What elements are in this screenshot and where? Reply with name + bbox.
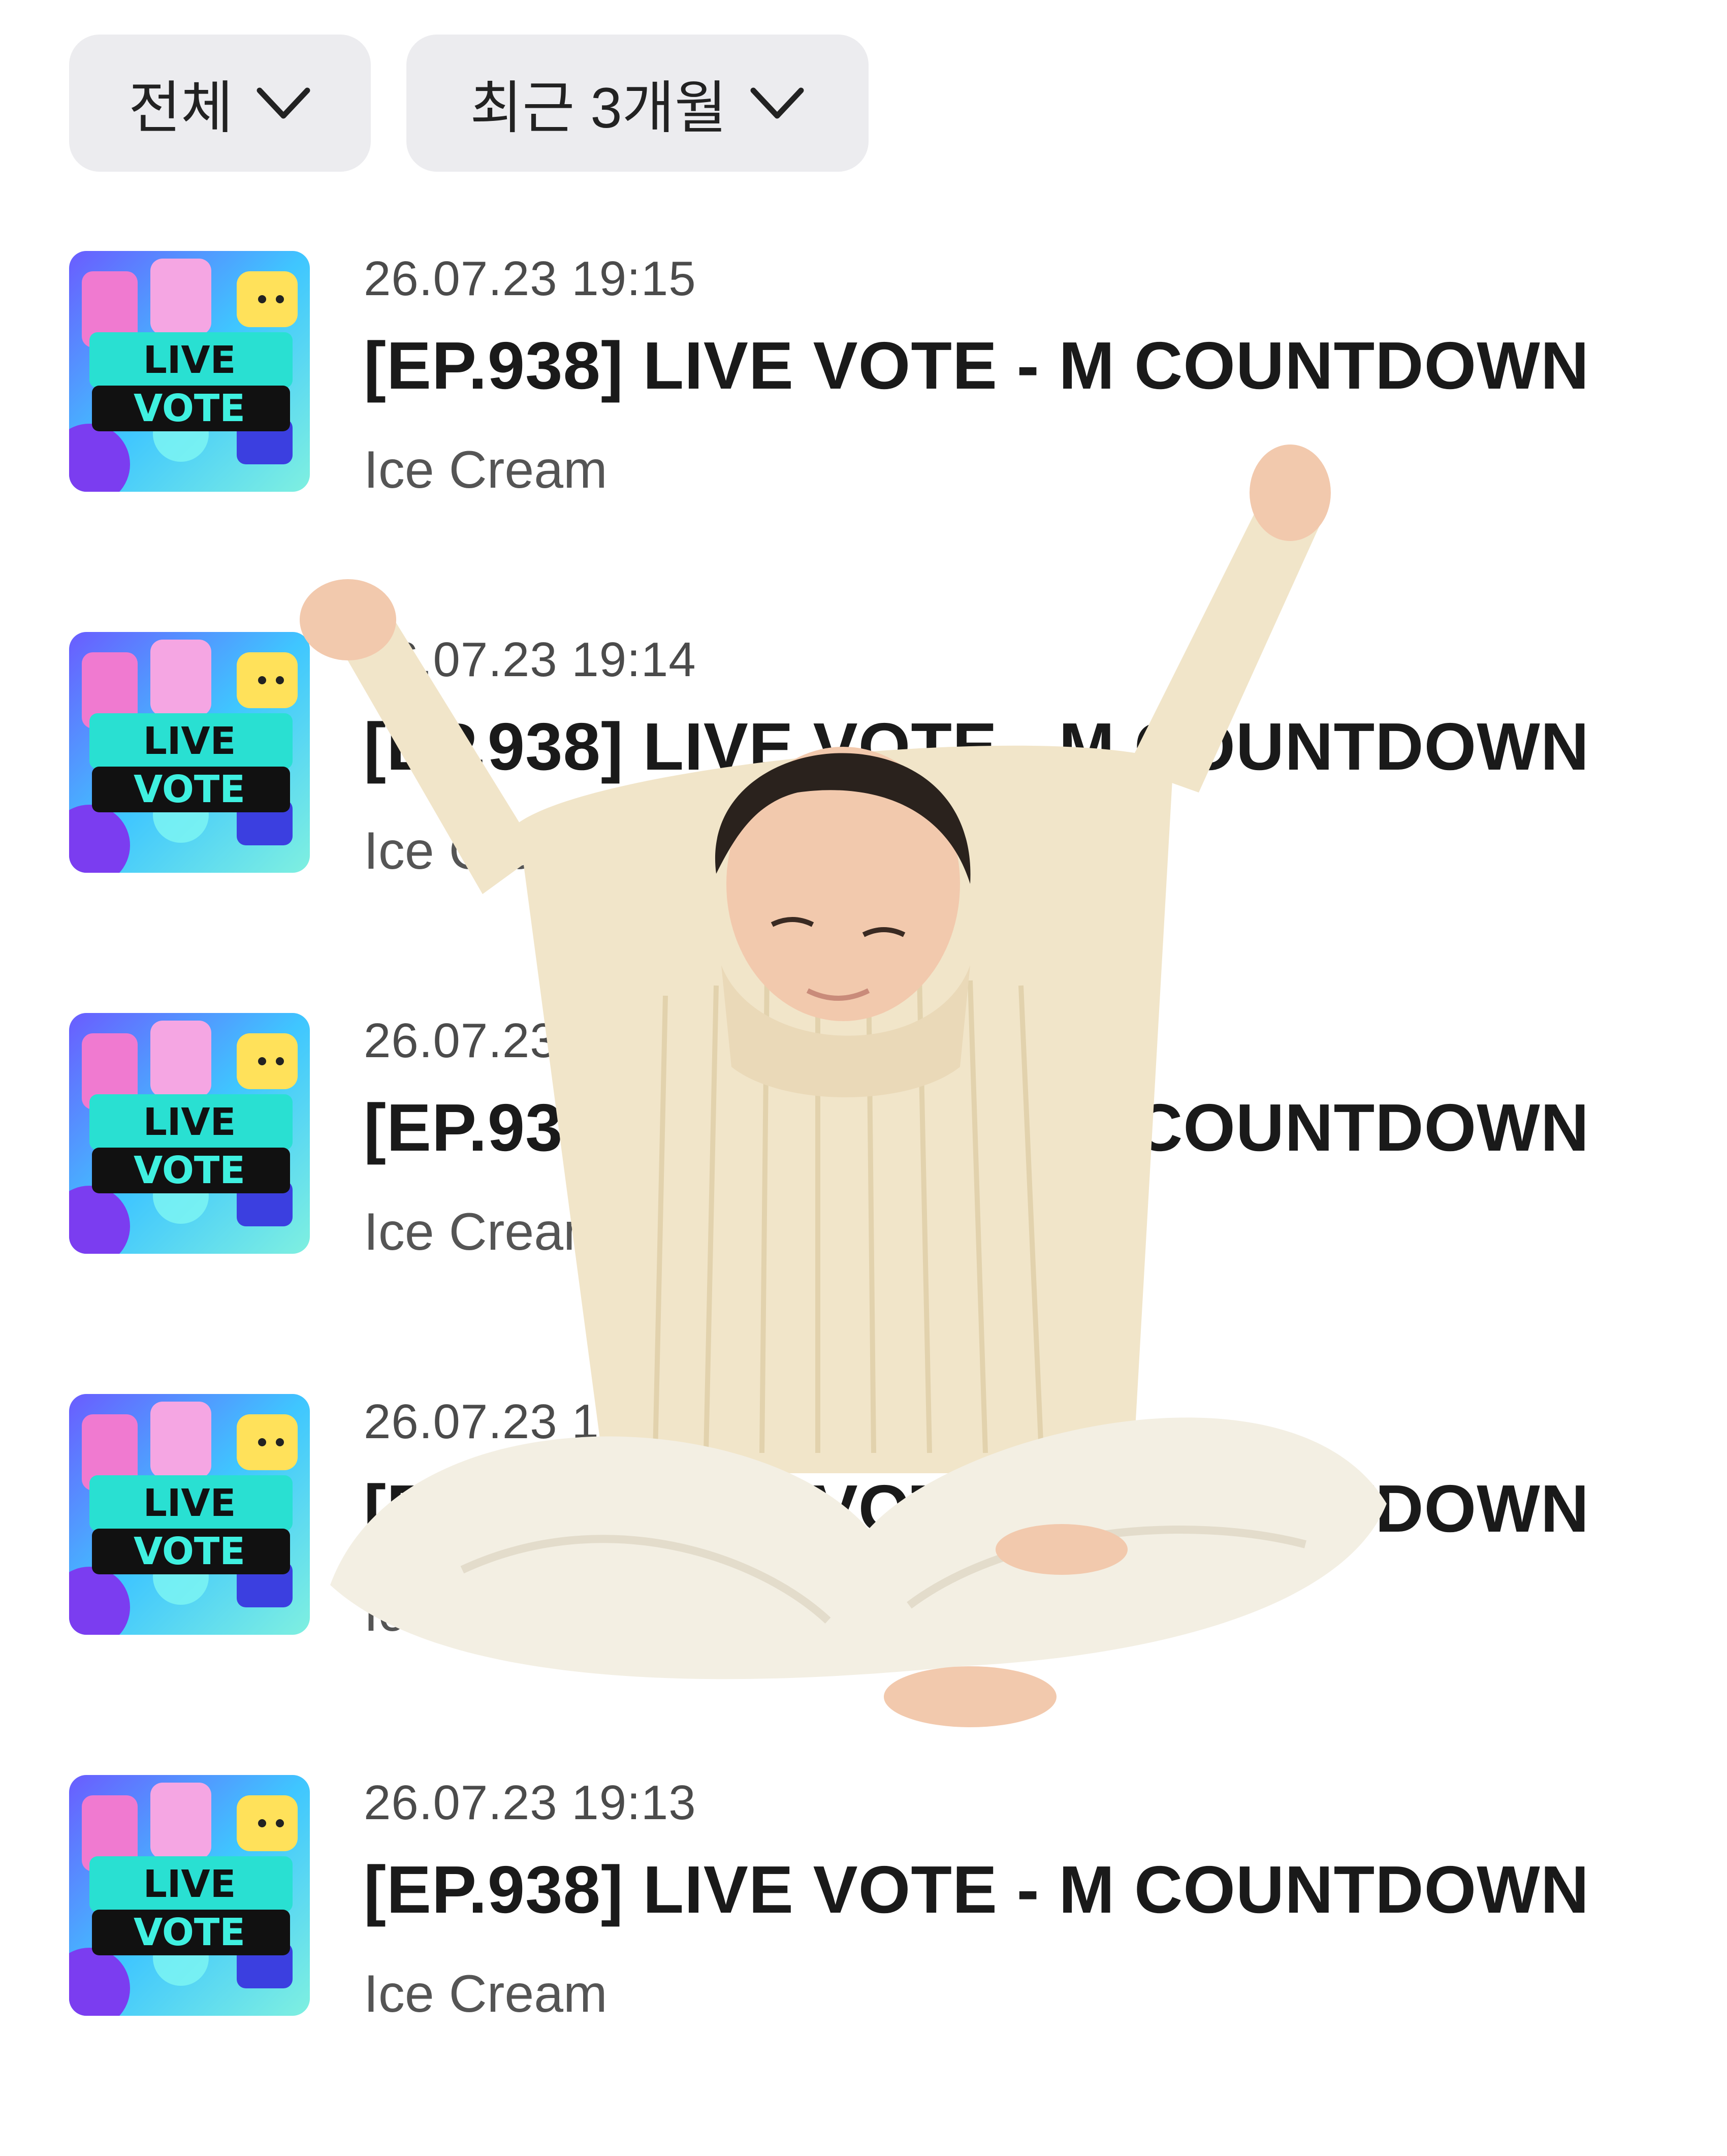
live-vote-thumbnail: LIVE VOTE: [69, 632, 310, 873]
filter-bar: 전체 최근 3개월: [69, 35, 869, 172]
thumbnail-vote-text: VOTE: [134, 1530, 245, 1573]
thumbnail-live-text: LIVE: [143, 1100, 236, 1144]
category-filter-dropdown[interactable]: 전체: [69, 35, 371, 172]
thumbnail-vote-text: VOTE: [134, 1911, 245, 1954]
person-stretching-sticker: [300, 437, 1392, 1737]
live-vote-thumbnail: LIVE VOTE: [69, 1013, 310, 1254]
vote-song-name: Ice Cream: [364, 1964, 607, 2023]
category-filter-label: 전체: [128, 76, 234, 140]
vote-title: [EP.938] LIVE VOTE - M COUNTDOWN: [364, 328, 1590, 403]
thumbnail-vote-text: VOTE: [134, 387, 245, 430]
thumbnail-live-text: LIVE: [143, 719, 236, 763]
period-filter-label: 최근 3개월: [470, 76, 727, 140]
person-illustration: [300, 445, 1387, 1727]
thumbnail-vote-text: VOTE: [134, 1149, 245, 1192]
vote-timestamp: 26.07.23 19:15: [364, 251, 696, 306]
chevron-down-icon: [750, 87, 804, 119]
live-vote-thumbnail: LIVE VOTE: [69, 1775, 310, 2016]
live-vote-thumbnail: LIVE VOTE: [69, 1394, 310, 1635]
thumbnail-live-text: LIVE: [143, 338, 236, 382]
live-vote-thumbnail: LIVE VOTE: [69, 251, 310, 492]
list-item[interactable]: LIVE VOTE 26.07.23 19:13 [EP.938] LIVE V…: [69, 1775, 1694, 2156]
thumbnail-vote-text: VOTE: [134, 768, 245, 811]
period-filter-dropdown[interactable]: 최근 3개월: [406, 35, 869, 172]
vote-timestamp: 26.07.23 19:13: [364, 1775, 696, 1830]
thumbnail-live-text: LIVE: [143, 1481, 236, 1525]
vote-title: [EP.938] LIVE VOTE - M COUNTDOWN: [364, 1852, 1590, 1927]
thumbnail-live-text: LIVE: [143, 1862, 236, 1906]
chevron-down-icon: [257, 87, 310, 119]
